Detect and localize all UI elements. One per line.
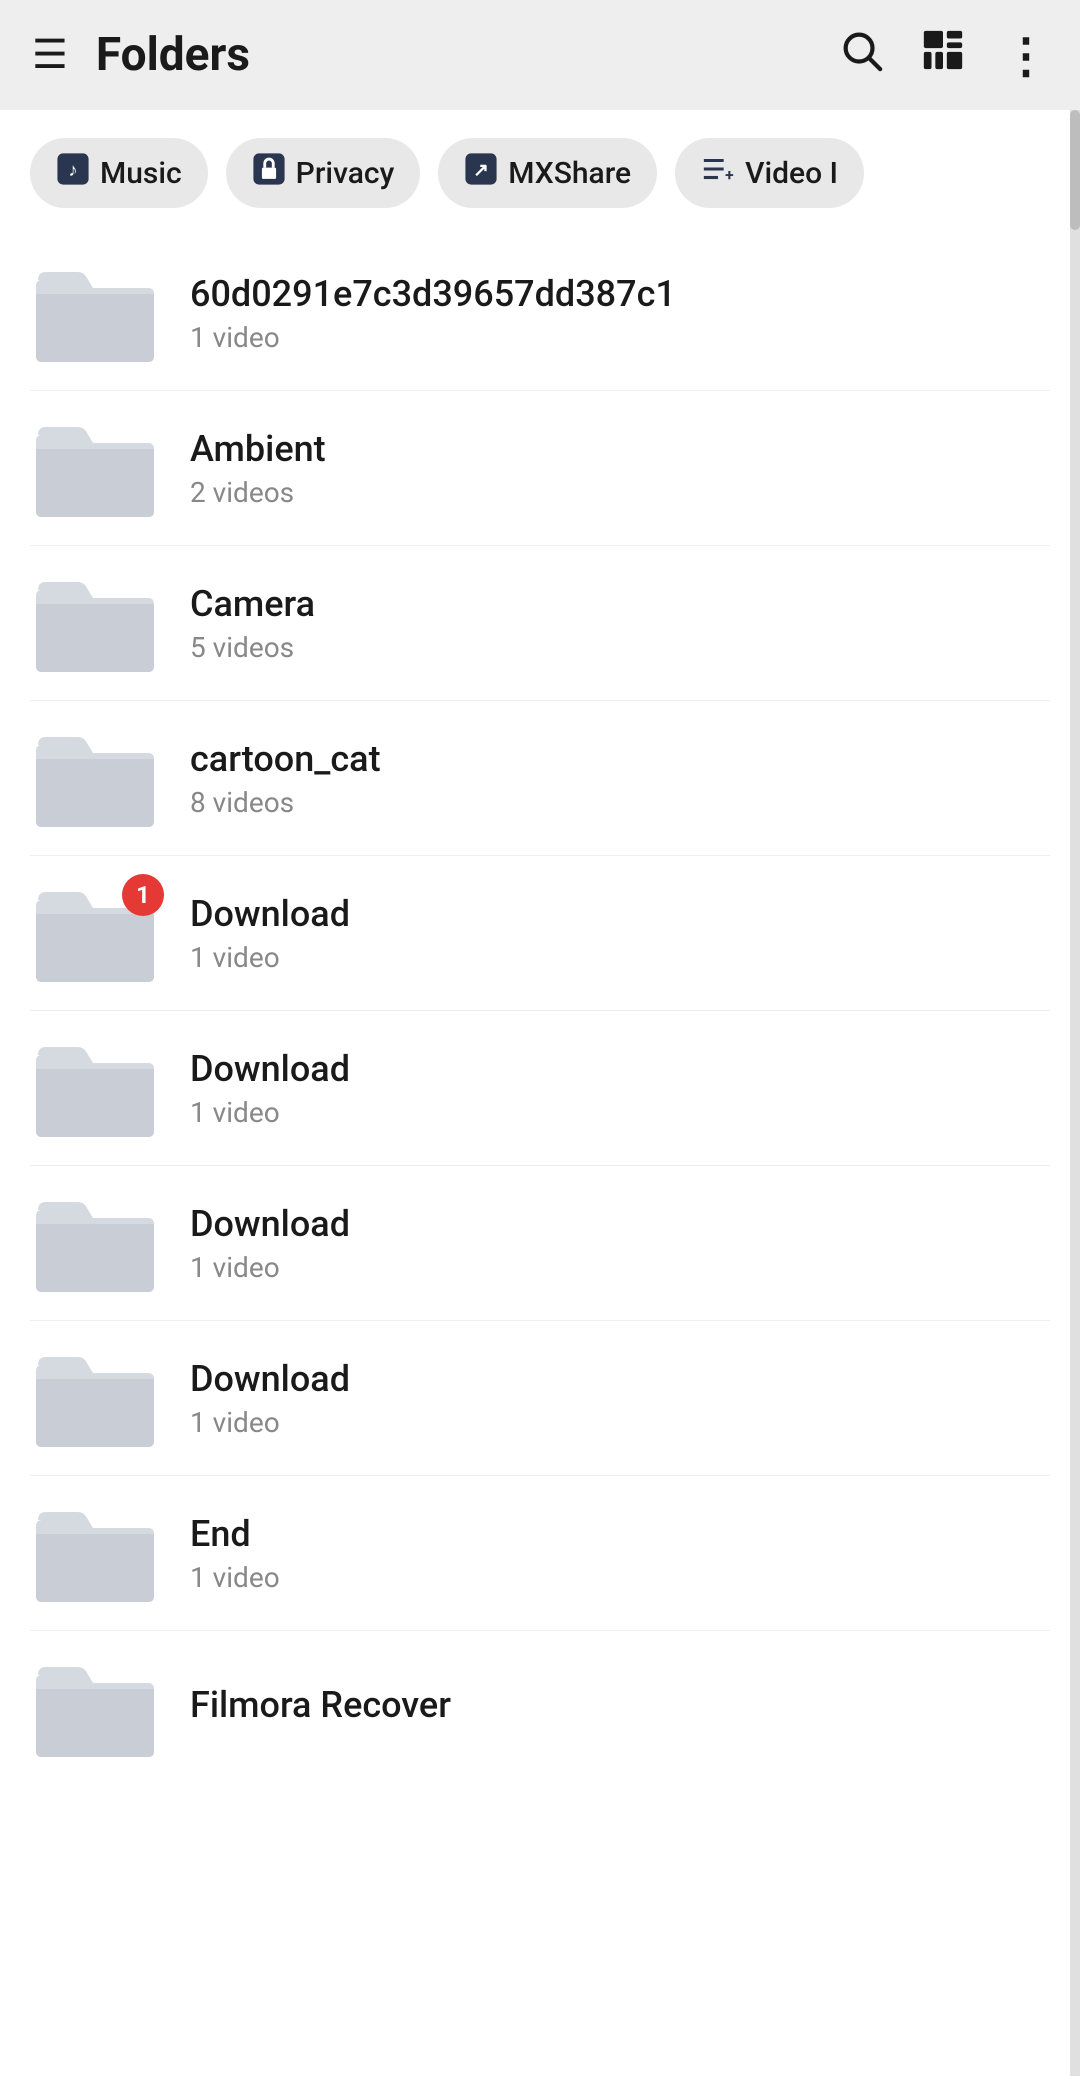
folder-icon	[30, 1498, 160, 1608]
video-import-chip-label: Video I	[745, 156, 838, 191]
folder-name: Download	[190, 1048, 1050, 1090]
list-item[interactable]: Camera 5 videos	[30, 546, 1050, 701]
folder-info: Download 1 video	[190, 1358, 1050, 1439]
folder-info: Filmora Recover	[190, 1684, 1050, 1732]
folder-name: Camera	[190, 583, 1050, 625]
folder-count: 1 video	[190, 1251, 1050, 1284]
app-header: ☰ Folders ⋮	[0, 0, 1080, 110]
folder-name: End	[190, 1513, 1050, 1555]
folder-name: 60d0291e7c3d39657dd387c1	[190, 273, 1050, 315]
chip-mxshare[interactable]: ↗ MXShare	[438, 138, 657, 208]
folder-name: Ambient	[190, 428, 1050, 470]
header-actions: ⋮	[838, 27, 1048, 84]
list-item[interactable]: 1 Download 1 video	[30, 856, 1050, 1011]
folder-count: 1 video	[190, 1561, 1050, 1594]
folder-icon: 1	[30, 878, 160, 988]
folder-icon	[30, 723, 160, 833]
search-icon[interactable]	[838, 27, 884, 84]
notification-badge: 1	[122, 874, 164, 916]
folder-count: 2 videos	[190, 476, 1050, 509]
list-item[interactable]: Download 1 video	[30, 1321, 1050, 1476]
folder-name: Download	[190, 893, 1050, 935]
folder-count: 5 videos	[190, 631, 1050, 664]
folder-info: End 1 video	[190, 1513, 1050, 1594]
folder-count: 1 video	[190, 321, 1050, 354]
list-item[interactable]: Download 1 video	[30, 1166, 1050, 1321]
folder-count: 1 video	[190, 941, 1050, 974]
folder-name: Filmora Recover	[190, 1684, 1050, 1726]
list-item[interactable]: End 1 video	[30, 1476, 1050, 1631]
folder-info: cartoon_cat 8 videos	[190, 738, 1050, 819]
folder-icon	[30, 413, 160, 523]
folder-name: cartoon_cat	[190, 738, 1050, 780]
video-import-chip-icon: +	[701, 152, 735, 194]
folder-info: Download 1 video	[190, 1203, 1050, 1284]
folder-icon	[30, 1653, 160, 1763]
folder-name: Download	[190, 1358, 1050, 1400]
folder-icon	[30, 1343, 160, 1453]
page-title: Folders	[96, 28, 838, 82]
folder-icon	[30, 258, 160, 368]
mxshare-chip-label: MXShare	[508, 156, 631, 191]
menu-icon[interactable]: ☰	[32, 35, 68, 75]
folder-count: 8 videos	[190, 786, 1050, 819]
folder-name: Download	[190, 1203, 1050, 1245]
mxshare-chip-icon: ↗	[464, 152, 498, 194]
more-options-icon[interactable]: ⋮	[1002, 27, 1048, 84]
folder-count: 1 video	[190, 1406, 1050, 1439]
chip-video-import[interactable]: + Video I	[675, 138, 864, 208]
list-item[interactable]: Ambient 2 videos	[30, 391, 1050, 546]
list-item[interactable]: cartoon_cat 8 videos	[30, 701, 1050, 856]
folder-info: Camera 5 videos	[190, 583, 1050, 664]
folder-icon	[30, 568, 160, 678]
folder-count: 1 video	[190, 1096, 1050, 1129]
scrollbar-track[interactable]	[1070, 110, 1080, 2076]
chip-privacy[interactable]: Privacy	[226, 138, 421, 208]
grid-view-icon[interactable]	[920, 27, 966, 84]
svg-text:+: +	[725, 166, 734, 184]
folder-info: Download 1 video	[190, 1048, 1050, 1129]
category-chips-row: ♪ Music Privacy ↗ MXShare	[0, 110, 1080, 236]
music-chip-icon: ♪	[56, 152, 90, 194]
folder-list: 60d0291e7c3d39657dd387c1 1 video Ambient…	[0, 236, 1080, 1763]
privacy-chip-icon	[252, 152, 286, 194]
music-chip-label: Music	[100, 156, 182, 191]
folder-icon	[30, 1188, 160, 1298]
svg-text:♪: ♪	[68, 160, 77, 181]
svg-text:↗: ↗	[474, 160, 489, 181]
folder-info: Download 1 video	[190, 893, 1050, 974]
list-item[interactable]: Download 1 video	[30, 1011, 1050, 1166]
privacy-chip-label: Privacy	[296, 156, 395, 191]
list-item[interactable]: 60d0291e7c3d39657dd387c1 1 video	[30, 236, 1050, 391]
folder-info: 60d0291e7c3d39657dd387c1 1 video	[190, 273, 1050, 354]
folder-icon	[30, 1033, 160, 1143]
folder-info: Ambient 2 videos	[190, 428, 1050, 509]
chip-music[interactable]: ♪ Music	[30, 138, 208, 208]
list-item[interactable]: Filmora Recover	[30, 1631, 1050, 1763]
scrollbar-thumb[interactable]	[1070, 110, 1080, 230]
